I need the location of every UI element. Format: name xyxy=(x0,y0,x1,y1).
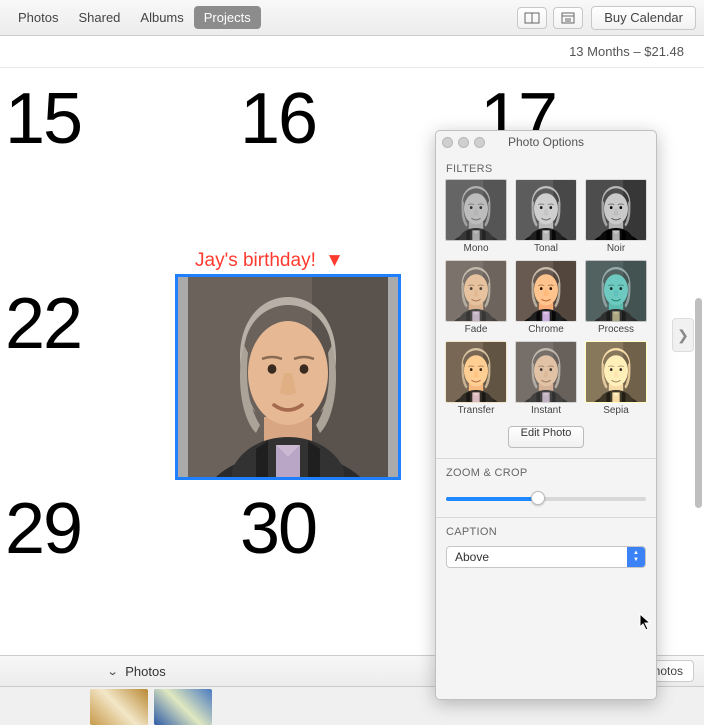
day-16[interactable]: 16 xyxy=(240,78,316,160)
filter-instant[interactable]: Instant xyxy=(514,341,578,416)
filters-section-label: FILTERS xyxy=(446,163,648,175)
caption-section-label: CAPTION xyxy=(446,526,648,538)
view-single-button[interactable] xyxy=(553,7,583,29)
project-status: 13 Months – $21.48 xyxy=(0,36,704,68)
filter-transfer[interactable]: Transfer xyxy=(444,341,508,416)
portrait-image xyxy=(178,277,398,477)
photo-caption[interactable]: Jay's birthday! ▼ xyxy=(195,250,344,272)
view-pages-button[interactable] xyxy=(517,7,547,29)
mouse-cursor xyxy=(639,613,653,631)
filter-label: Mono xyxy=(463,243,488,254)
window-controls xyxy=(442,137,485,148)
filter-label: Transfer xyxy=(458,405,495,416)
minimize-icon[interactable] xyxy=(458,137,469,148)
view-mode-buttons xyxy=(517,7,583,29)
filter-label: Instant xyxy=(531,405,561,416)
vertical-scrollbar[interactable] xyxy=(695,298,702,508)
chevron-right-icon: ❯ xyxy=(677,327,689,344)
photo-drawer-label: Photos xyxy=(125,664,165,679)
close-icon[interactable] xyxy=(442,137,453,148)
photo-caption-text: Jay's birthday! xyxy=(195,250,316,271)
day-15[interactable]: 15 xyxy=(5,78,81,160)
filter-sepia[interactable]: Sepia xyxy=(584,341,648,416)
photo-options-panel: Photo Options FILTERS Mono Tonal Noir Fade C… xyxy=(435,130,657,700)
next-month-button[interactable]: ❯ xyxy=(672,318,694,352)
day-30[interactable]: 30 xyxy=(240,488,316,570)
filter-label: Process xyxy=(598,324,634,335)
filter-label: Noir xyxy=(607,243,625,254)
filter-label: Sepia xyxy=(603,405,629,416)
filters-grid: Mono Tonal Noir Fade Chrome Process Transfer In… xyxy=(444,179,648,416)
filter-label: Fade xyxy=(465,324,488,335)
tab-shared[interactable]: Shared xyxy=(68,6,130,29)
filter-mono[interactable]: Mono xyxy=(444,179,508,254)
filter-label: Chrome xyxy=(528,324,564,335)
slider-thumb[interactable] xyxy=(531,491,545,505)
buy-calendar-button[interactable]: Buy Calendar xyxy=(591,6,696,30)
caption-position-select[interactable] xyxy=(446,546,646,568)
zoom-icon[interactable] xyxy=(474,137,485,148)
day-22[interactable]: 22 xyxy=(5,283,81,365)
toolbar: Photos Shared Albums Projects Buy Calend… xyxy=(0,0,704,36)
tab-photos[interactable]: Photos xyxy=(8,6,68,29)
calendar-photo[interactable] xyxy=(175,274,401,480)
drawer-thumb[interactable] xyxy=(90,689,148,725)
edit-photo-button[interactable]: Edit Photo xyxy=(508,426,585,448)
filter-fade[interactable]: Fade xyxy=(444,260,508,335)
filter-process[interactable]: Process xyxy=(584,260,648,335)
source-tabs: Photos Shared Albums Projects xyxy=(8,6,261,29)
tab-projects[interactable]: Projects xyxy=(194,6,261,29)
zoom-section-label: ZOOM & CROP xyxy=(446,467,648,479)
filter-tonal[interactable]: Tonal xyxy=(514,179,578,254)
filter-noir[interactable]: Noir xyxy=(584,179,648,254)
filter-label: Tonal xyxy=(534,243,558,254)
zoom-slider[interactable] xyxy=(446,489,646,509)
caption-position-icon: ▼ xyxy=(325,250,344,272)
drawer-thumb[interactable] xyxy=(154,689,212,725)
tab-albums[interactable]: Albums xyxy=(130,6,193,29)
day-29[interactable]: 29 xyxy=(5,488,81,570)
chevron-down-icon: ⌄ xyxy=(107,665,119,678)
panel-titlebar[interactable]: Photo Options xyxy=(436,131,656,153)
filter-chrome[interactable]: Chrome xyxy=(514,260,578,335)
